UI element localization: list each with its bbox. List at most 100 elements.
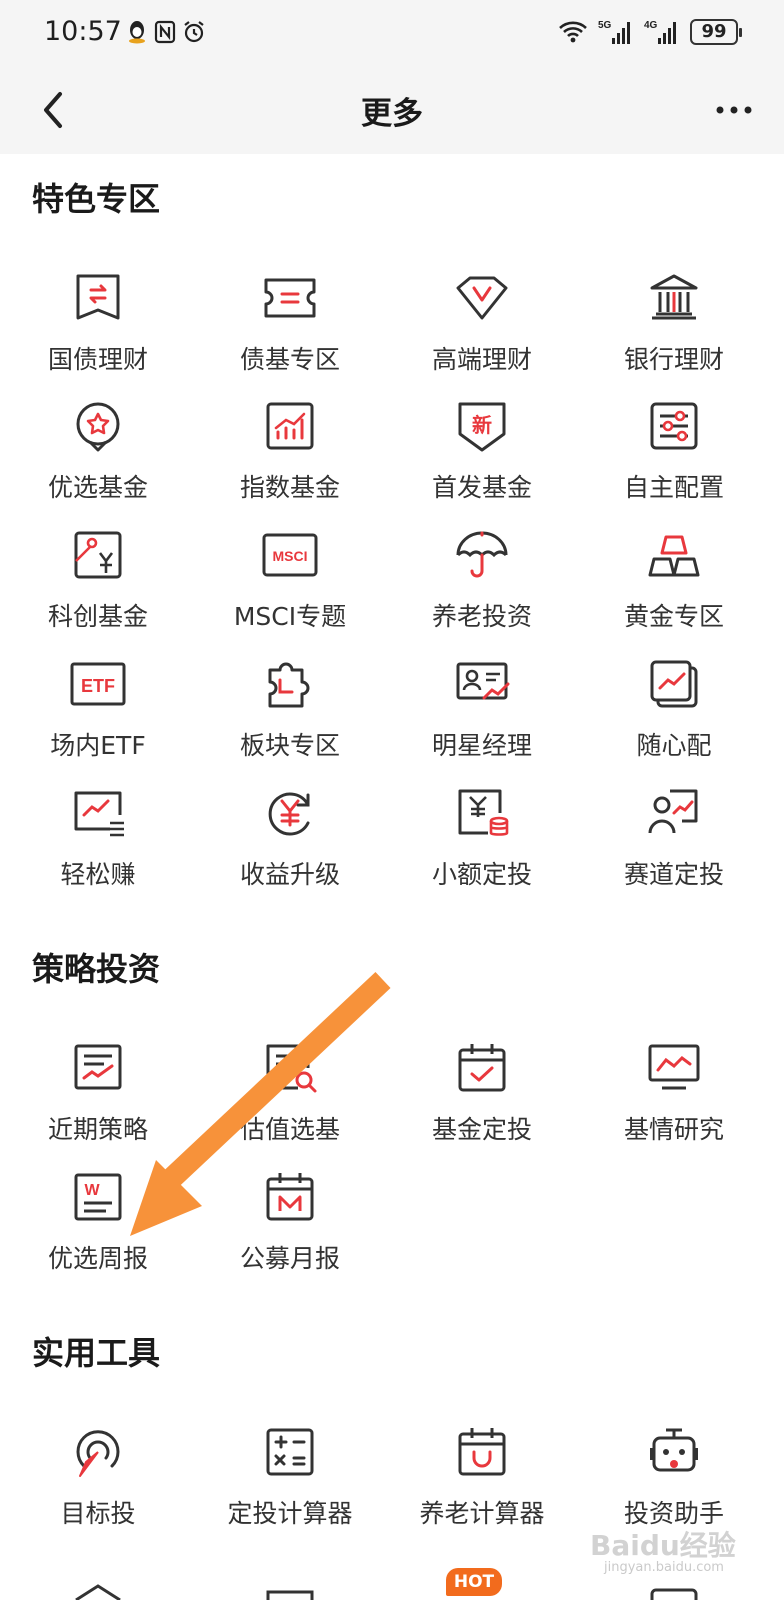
item-self-allocation[interactable]: 自主配置 [576, 398, 772, 522]
item-goal-invest[interactable]: 目标投 [0, 1424, 196, 1548]
item-etf[interactable]: ETF 场内ETF [0, 656, 196, 780]
svg-text:W: W [84, 1182, 100, 1199]
nav-bar: 更多 [0, 66, 784, 154]
strategy-doc-icon [74, 1044, 122, 1090]
person-chart-icon [648, 789, 698, 834]
item-label: 指数基金 [239, 473, 340, 502]
item-easy-earn[interactable]: 轻松赚 [0, 785, 196, 909]
msci-icon: MSCI [262, 533, 318, 577]
item-label: 基情研究 [623, 1115, 724, 1144]
item-pension-calculator[interactable]: 养老计算器 [384, 1424, 580, 1548]
item-label: 养老投资 [431, 602, 532, 631]
status-time: 10:57 [44, 16, 122, 47]
svg-text:4G: 4G [644, 20, 658, 31]
battery-indicator: 99 [690, 19, 742, 45]
item-track-auto-invest[interactable]: 赛道定投 [576, 785, 772, 909]
item-tech-fund[interactable]: 科创基金 [0, 527, 196, 651]
svg-text:MSCI: MSCI [273, 548, 308, 564]
item-bank-finance[interactable]: 银行理财 [576, 270, 772, 394]
item-selected-fund[interactable]: 优选基金 [0, 398, 196, 522]
calendar-u-icon [458, 1428, 506, 1476]
monitor-chart-icon [648, 1044, 700, 1090]
doc-top-icon[interactable] [266, 1590, 314, 1600]
item-label: 优选基金 [47, 473, 148, 502]
item-label: 随心配 [636, 731, 712, 760]
badge-star-icon [76, 402, 120, 452]
signal-4g-icon: 4G [644, 20, 676, 44]
item-label: 科创基金 [47, 602, 148, 631]
status-bar: 10:57 5G 4G 99 [0, 0, 784, 66]
svg-text:5G: 5G [598, 20, 612, 31]
item-pension-invest[interactable]: 养老投资 [384, 527, 580, 651]
svg-text:ETF: ETF [81, 676, 115, 696]
tech-yen-icon [74, 531, 122, 579]
gold-bars-icon [648, 535, 700, 577]
search-doc-icon [266, 1044, 317, 1093]
ticket-icon [264, 278, 316, 318]
puzzle-icon [268, 662, 310, 708]
item-monthly-report[interactable]: 公募月报 [192, 1169, 388, 1293]
item-label: 估值选基 [239, 1115, 340, 1144]
item-new-fund[interactable]: 新 首发基金 [384, 398, 580, 522]
item-label: MSCI专题 [233, 602, 347, 631]
item-label: 明星经理 [431, 731, 532, 760]
item-index-fund[interactable]: 指数基金 [192, 398, 388, 522]
calendar-check-icon [458, 1044, 506, 1092]
item-yield-upgrade[interactable]: 收益升级 [192, 785, 388, 909]
more-options-icon[interactable] [712, 86, 756, 134]
item-label: 银行理财 [623, 345, 724, 374]
item-label: 自主配置 [623, 473, 724, 502]
item-gold[interactable]: 黄金专区 [576, 527, 772, 651]
item-weekly-report[interactable]: W 优选周报 [0, 1169, 196, 1293]
item-label: 场内ETF [50, 731, 146, 760]
weekly-report-icon: W [74, 1173, 122, 1221]
trend-board-icon [74, 791, 124, 837]
stacked-chart-icon [650, 660, 698, 708]
section-title-strategy: 策略投资 [32, 950, 161, 988]
item-auto-invest-calculator[interactable]: 定投计算器 [192, 1424, 388, 1548]
qq-icon [129, 21, 145, 44]
section-title-tools: 实用工具 [32, 1334, 161, 1372]
item-label: 公募月报 [239, 1244, 340, 1273]
diamond-icon [456, 276, 508, 320]
item-premium-finance[interactable]: 高端理财 [384, 270, 580, 394]
item-star-manager[interactable]: 明星经理 [384, 656, 580, 780]
item-label: 收益升级 [239, 860, 340, 889]
item-bond-fund[interactable]: 债基专区 [192, 270, 388, 394]
etf-icon: ETF [70, 662, 126, 706]
svg-text:新: 新 [472, 413, 492, 437]
item-fund-research[interactable]: 基情研究 [576, 1040, 772, 1164]
card-top-icon[interactable] [650, 1588, 698, 1600]
coins-doc-icon [458, 789, 509, 836]
item-small-auto-invest[interactable]: 小额定投 [384, 785, 580, 909]
item-label: 养老计算器 [419, 1499, 545, 1528]
watermark: Baidu经验 [590, 1529, 736, 1562]
item-sector[interactable]: 板块专区 [192, 656, 388, 780]
item-label: 目标投 [60, 1499, 136, 1528]
item-label: 近期策略 [47, 1115, 148, 1144]
manager-card-icon [456, 662, 510, 700]
item-msci[interactable]: MSCI MSCI专题 [192, 527, 388, 651]
calculator-icon [266, 1428, 314, 1476]
sliders-icon [650, 402, 698, 450]
item-label: 高端理财 [431, 345, 532, 374]
item-recent-strategy[interactable]: 近期策略 [0, 1040, 196, 1164]
nfc-icon [154, 20, 176, 44]
new-shield-icon: 新 [458, 402, 506, 452]
item-national-debt[interactable]: 国债理财 [0, 270, 196, 394]
section-title-featured: 特色专区 [32, 180, 161, 218]
bank-icon [650, 274, 698, 320]
wifi-icon [559, 21, 587, 43]
item-fund-auto-invest[interactable]: 基金定投 [384, 1040, 580, 1164]
item-valuation-select[interactable]: 估值选基 [192, 1040, 388, 1164]
item-flex-allocation[interactable]: 随心配 [576, 656, 772, 780]
item-label: 优选周报 [47, 1244, 148, 1273]
item-label: 板块专区 [239, 731, 340, 760]
item-label: 黄金专区 [623, 602, 724, 631]
page-title: 更多 [361, 96, 423, 132]
item-label: 债基专区 [239, 345, 340, 374]
house-icon[interactable] [74, 1584, 122, 1600]
hot-badge: HOT [446, 1568, 502, 1596]
monthly-report-icon [266, 1173, 314, 1221]
yen-cycle-icon [268, 792, 310, 836]
